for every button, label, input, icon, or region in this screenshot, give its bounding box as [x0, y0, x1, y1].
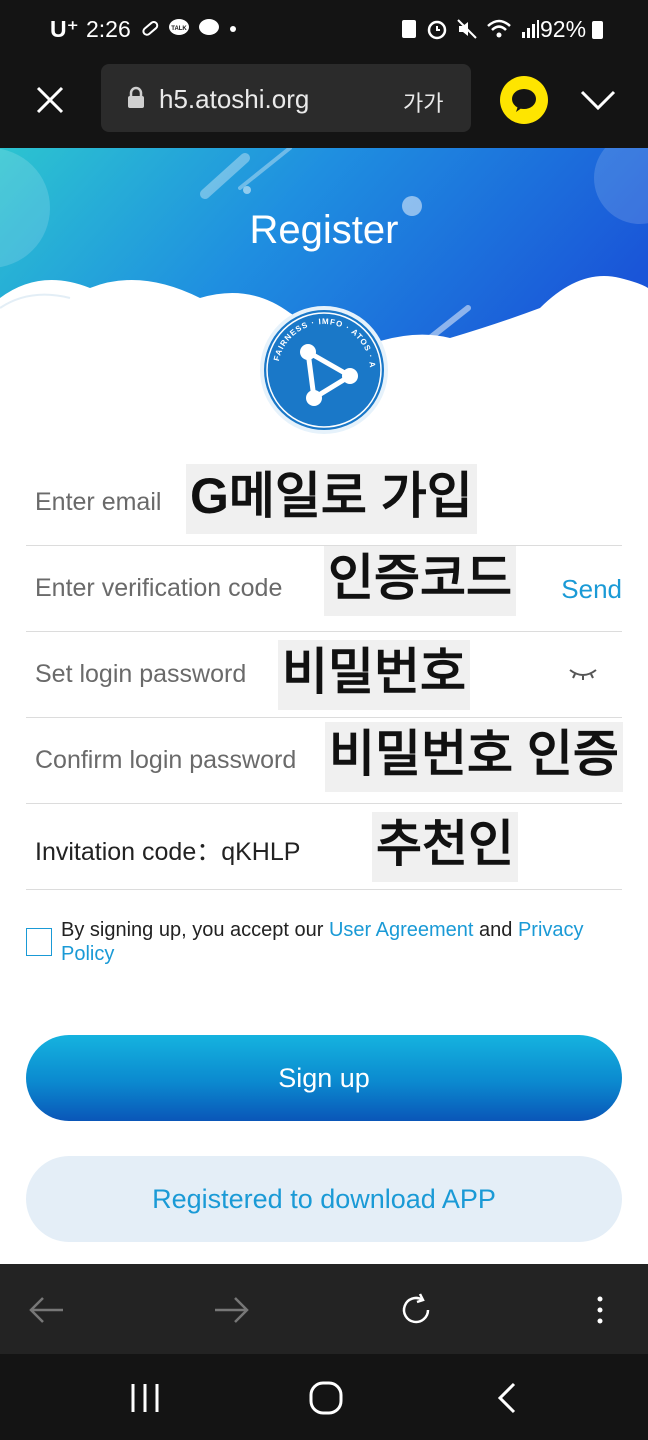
password-overlay-label: 비밀번호 [278, 640, 470, 710]
chevron-down-icon[interactable] [578, 82, 618, 118]
agreement-prefix: By signing up, you accept our [61, 919, 329, 941]
invitation-code-value: Invitation code：qKHLP [35, 838, 301, 866]
confirm-password-overlay-label: 비밀번호 인증 [325, 722, 623, 792]
recycle-icon [402, 20, 416, 38]
address-bar[interactable]: h5.atoshi.org 가가 [101, 64, 471, 132]
password-field[interactable]: Set login password 비밀번호 [26, 632, 622, 718]
pill-icon [142, 20, 159, 36]
more-options-icon[interactable] [580, 1290, 620, 1330]
kakaotalk-icon: TALK [169, 19, 189, 35]
refresh-icon[interactable] [396, 1290, 436, 1330]
invitation-code-field[interactable]: Invitation code：qKHLP 추천인 [26, 804, 622, 890]
atoshi-logo: FAIRNESS · IMFO · ATOS · ATOSHI [258, 304, 388, 434]
back-arrow-icon[interactable] [27, 1290, 67, 1330]
recent-apps-icon[interactable] [125, 1378, 165, 1418]
battery-percent: 92% [540, 16, 587, 42]
back-icon[interactable] [488, 1378, 528, 1418]
download-app-button[interactable]: Registered to download APP [26, 1156, 622, 1242]
email-placeholder: Enter email [35, 488, 162, 516]
password-placeholder: Set login password [35, 660, 247, 688]
status-time: 2:26 [86, 16, 131, 42]
agreement-text: By signing up, you accept our User Agree… [61, 918, 621, 966]
carrier-label: U⁺ [50, 16, 79, 42]
verification-code-field[interactable]: Enter verification code 인증코드 Send [26, 546, 622, 632]
url-text: h5.atoshi.org [159, 84, 310, 114]
close-icon[interactable] [30, 80, 70, 120]
dot-icon [230, 26, 236, 32]
status-bar: U⁺ 2:26 TALK 92% [0, 0, 648, 56]
confirm-password-field[interactable]: Confirm login password 비밀번호 인증 [26, 718, 623, 804]
chat-bubble-icon [199, 19, 219, 35]
browser-bottom-toolbar [0, 1264, 648, 1354]
text-size-button[interactable]: 가가 [403, 86, 443, 118]
invitation-overlay-label: 추천인 [372, 812, 518, 882]
eye-closed-icon[interactable] [567, 664, 599, 684]
register-banner: Register FAIRNESS · IMFO · ATOS · ATOSHI [0, 148, 648, 438]
send-code-button[interactable]: Send [561, 574, 622, 605]
confirm-password-placeholder: Confirm login password [35, 746, 297, 774]
browser-toolbar: h5.atoshi.org 가가 [0, 56, 648, 148]
chat-bubble-icon [512, 89, 536, 112]
verification-placeholder: Enter verification code [35, 574, 283, 602]
system-status-icons [400, 18, 540, 40]
svg-text:TALK: TALK [171, 26, 187, 32]
notification-icons: TALK [140, 18, 238, 38]
agreement-checkbox[interactable] [26, 928, 52, 956]
mute-icon [457, 19, 477, 39]
user-agreement-link[interactable]: User Agreement [329, 919, 474, 941]
system-navigation-bar [0, 1354, 648, 1440]
forward-arrow-icon[interactable] [211, 1290, 251, 1330]
wifi-icon [487, 19, 511, 38]
sign-up-button[interactable]: Sign up [26, 1035, 622, 1121]
lock-icon [128, 86, 144, 108]
battery-level: 92% [540, 16, 604, 43]
kakao-talk-button[interactable] [500, 76, 548, 124]
battery-icon [592, 21, 604, 39]
verification-overlay-label: 인증코드 [324, 546, 516, 616]
home-icon[interactable] [306, 1378, 346, 1418]
signal-icon [522, 20, 539, 38]
email-overlay-label: G메일로 가입 [186, 464, 477, 534]
agreement-and: and [473, 919, 518, 941]
page-title: Register [249, 208, 399, 252]
email-field[interactable]: Enter email G메일로 가입 [26, 460, 622, 546]
alarm-icon [427, 20, 447, 40]
